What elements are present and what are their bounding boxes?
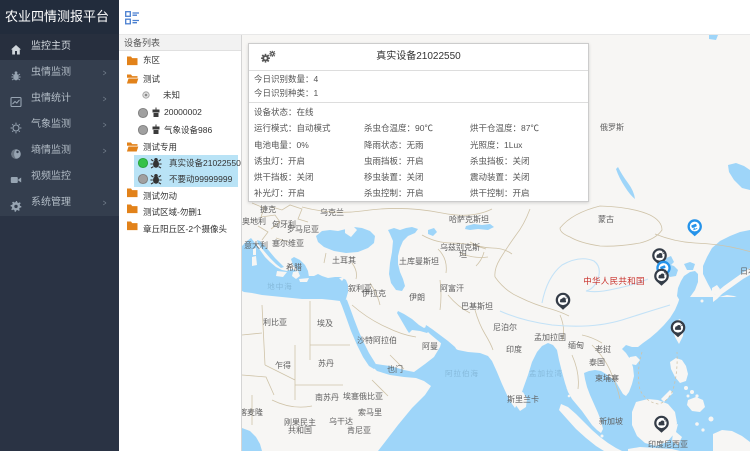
svg-text:柬埔寨: 柬埔寨 [595,373,619,383]
svg-text:乍得: 乍得 [275,360,291,370]
svg-text:孟加拉国: 孟加拉国 [534,332,566,342]
svg-text:缅甸: 缅甸 [568,340,584,350]
svg-text:埃及: 埃及 [317,318,333,328]
svg-text:俄罗斯: 俄罗斯 [600,122,624,132]
svg-text:阿曼: 阿曼 [422,342,438,351]
svg-text:喀麦隆: 喀麦隆 [242,407,263,417]
svg-text:苏丹: 苏丹 [318,358,334,368]
svg-text:奥地利: 奥地利 [242,216,266,226]
svg-text:印度尼西亚: 印度尼西亚 [648,439,688,449]
svg-text:索马里: 索马里 [358,407,382,417]
svg-text:也门: 也门 [387,364,403,374]
svg-text:土库曼斯坦: 土库曼斯坦 [399,256,439,266]
svg-text:巴基斯坦: 巴基斯坦 [461,301,493,311]
svg-text:塞尔维亚: 塞尔维亚 [272,238,304,248]
svg-text:泰国: 泰国 [589,357,605,367]
svg-text:哈萨克斯坦: 哈萨克斯坦 [449,214,489,224]
svg-text:阿富汗: 阿富汗 [440,283,464,293]
svg-text:尼泊尔: 尼泊尔 [493,322,517,332]
svg-text:南苏丹: 南苏丹 [315,392,339,402]
svg-text:乌克兰: 乌克兰 [320,207,344,217]
svg-text:罗马尼亚: 罗马尼亚 [287,225,319,234]
svg-text:意大利: 意大利 [244,240,268,250]
svg-text:埃塞俄比亚: 埃塞俄比亚 [343,391,383,401]
svg-text:肯尼亚: 肯尼亚 [347,425,371,435]
svg-text:沙特阿拉伯: 沙特阿拉伯 [357,335,397,345]
svg-text:利比亚: 利比亚 [263,317,287,327]
svg-text:斯里兰卡: 斯里兰卡 [507,394,539,404]
svg-text:印度: 印度 [506,344,522,354]
svg-text:共和国: 共和国 [288,426,312,435]
svg-text:土耳其: 土耳其 [332,255,356,265]
svg-text:阿拉伯海: 阿拉伯海 [445,368,479,378]
svg-text:坦: 坦 [459,250,467,259]
svg-text:乌干达: 乌干达 [329,416,353,426]
svg-text:老挝: 老挝 [595,344,611,354]
svg-text:伊朗: 伊朗 [409,292,425,302]
svg-text:日本: 日本 [740,266,750,276]
svg-text:伊拉克: 伊拉克 [362,288,386,298]
svg-text:孟加拉湾: 孟加拉湾 [529,368,563,378]
svg-text:捷克: 捷克 [260,204,276,214]
svg-text:地中海: 地中海 [267,281,293,291]
svg-text:新加坡: 新加坡 [599,416,623,426]
svg-text:中华人民共和国: 中华人民共和国 [583,276,645,286]
svg-text:蒙古: 蒙古 [598,214,614,224]
svg-text:希腊: 希腊 [286,262,302,272]
